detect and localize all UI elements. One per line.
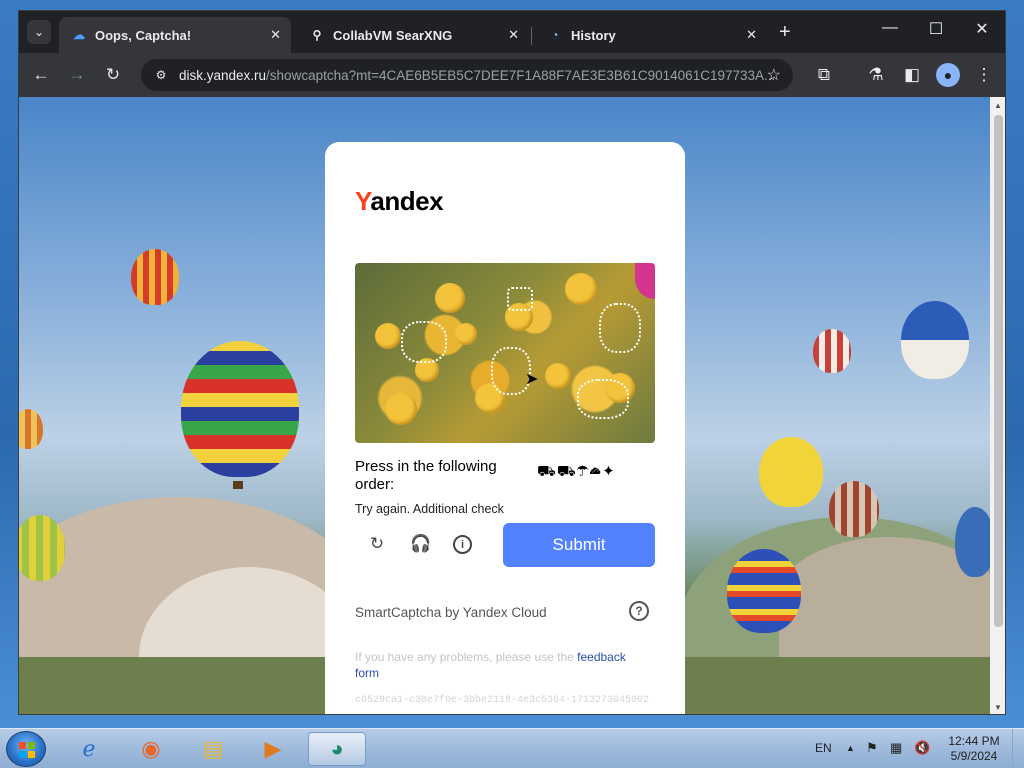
flower-shape [385,393,417,425]
url-path: /showcaptcha?mt=4CAE6B5EB5C7DEE7F1A88F7A… [266,67,776,83]
network-icon[interactable]: ▦ [890,740,902,756]
file-explorer-icon[interactable]: ▤ [188,732,238,766]
browser-window: ⌄ ☁ Oops, Captcha! ✕ ⚲ CollabVM SearXNG … [18,10,1006,715]
hidden-shape-outline [577,379,629,419]
hidden-shape-outline [507,287,533,311]
captcha-challenge-image[interactable] [355,263,655,443]
language-indicator[interactable]: EN [815,741,832,755]
labs-flask-icon[interactable]: ⚗ [864,63,888,87]
close-icon[interactable]: ✕ [508,27,519,43]
flower-shape [435,283,465,313]
tab-strip: ⌄ ☁ Oops, Captcha! ✕ ⚲ CollabVM SearXNG … [19,11,1005,53]
hidden-shape-outline [401,321,447,363]
close-window-button[interactable]: ✕ [959,19,1005,39]
smartcaptcha-provider: SmartCaptcha by Yandex Cloud [355,605,547,620]
reload-icon[interactable]: ↻ [101,63,125,87]
maximize-button[interactable]: ☐ [913,19,959,39]
address-bar[interactable]: ⚙ disk.yandex.ru/showcaptcha?mt=4CAE6B5E… [141,59,793,91]
hidden-shape-outline [599,303,641,353]
browser-toolbar: ← → ↻ ⚙ disk.yandex.ru/showcaptcha?mt=4C… [19,53,1005,97]
target-order-icons: ⛟⛟☂☁✦ [537,463,616,480]
system-clock[interactable]: 12:44 PM 5/9/2024 [946,734,1002,764]
tab-search-button[interactable]: ⌄ [27,20,51,44]
close-icon[interactable]: ✕ [270,27,281,43]
hot-air-balloon [955,507,990,577]
audio-headphones-icon[interactable]: 🎧 [410,533,432,555]
mouse-cursor-icon: ➤ [525,371,539,388]
hot-air-balloon [131,249,179,305]
internet-explorer-icon[interactable]: ℯ [64,732,114,766]
hot-air-balloon [19,409,43,449]
hot-air-balloon [901,301,969,379]
scroll-up-arrow-icon[interactable]: ▲ [994,101,1002,110]
scroll-thumb[interactable] [994,115,1003,627]
info-icon[interactable]: i [453,535,472,554]
submit-button[interactable]: Submit [503,523,655,567]
captcha-status: Try again. Additional check [355,502,504,516]
clock-time: 12:44 PM [948,734,1000,748]
media-player-icon[interactable]: ▶ [248,732,298,766]
hot-air-balloon [759,437,823,507]
captcha-instruction: Press in the following order: [355,458,497,493]
firefox-icon[interactable]: ◉ [126,732,176,766]
windows-taskbar: ℯ ◉ ▤ ▶ ◕ EN ▲ ⚑ ▦ 🔇 12:44 PM 5/9/2024 [0,728,1024,768]
chrome-taskbar-button[interactable]: ◕ [308,732,366,766]
start-button[interactable] [6,731,46,767]
profile-avatar-icon[interactable]: ● [936,63,960,87]
menu-kebab-icon[interactable]: ⋮ [972,63,996,87]
tab-title: CollabVM SearXNG [333,27,453,43]
balloon-basket [233,481,243,489]
flower-shape [375,323,401,349]
action-center-flag-icon[interactable]: ⚑ [866,740,878,756]
minimize-button[interactable]: — [867,19,913,37]
back-icon[interactable]: ← [29,63,53,87]
url-domain: disk.yandex.ru [179,67,267,83]
feedback-notice: If you have any problems, please use the… [355,650,626,680]
hot-air-balloon [181,341,299,477]
site-info-icon[interactable]: ⚙ [153,67,169,83]
page-scrollbar[interactable]: ▲ ▼ [990,97,1005,714]
scroll-down-arrow-icon[interactable]: ▼ [994,703,1002,712]
volume-muted-icon[interactable]: 🔇 [914,740,930,756]
refresh-icon[interactable]: ↻ [366,533,388,555]
tab-title: Oops, Captcha! [95,27,192,43]
yandex-logo: Yandex [355,186,444,216]
new-tab-button[interactable]: + [779,22,791,42]
tab-title: History [571,27,616,43]
tab-oops-captcha[interactable]: ☁ Oops, Captcha! ✕ [59,17,291,53]
yandex-disk-icon: ☁ [73,28,85,42]
forward-icon[interactable]: → [65,63,89,87]
side-panel-icon[interactable]: ◧ [900,63,924,87]
tab-collabvm-searxng[interactable]: ⚲ CollabVM SearXNG ✕ [297,17,529,53]
history-icon: ◔ [551,28,559,42]
hot-air-balloon [829,481,879,537]
page-viewport: Yandex Press in the following order: ⛟⛟☂… [19,97,990,714]
captcha-id: c6529ca1-c38e7f0e-3bbe2118-4e3c5364-1713… [355,695,650,706]
searxng-icon: ⚲ [312,28,322,42]
flower-shape [565,273,597,305]
captcha-card: Yandex Press in the following order: ⛟⛟☂… [325,142,685,714]
bookmark-star-icon[interactable]: ☆ [767,65,781,85]
hot-air-balloon [727,549,801,633]
windows-logo-icon [19,742,35,758]
extensions-icon[interactable]: ⧉ [812,63,836,87]
show-desktop-button[interactable] [1012,729,1024,768]
flower-shape [455,323,477,345]
pink-flower-edge [635,263,655,299]
tab-separator [531,27,532,45]
tab-history[interactable]: ◔ History ✕ [535,17,767,53]
help-icon[interactable]: ? [629,601,649,621]
hot-air-balloon [19,515,65,581]
hot-air-balloon [813,329,851,373]
clock-date: 5/9/2024 [950,749,998,763]
flower-shape [545,363,571,389]
show-hidden-icons[interactable]: ▲ [846,743,855,753]
close-icon[interactable]: ✕ [746,27,757,43]
